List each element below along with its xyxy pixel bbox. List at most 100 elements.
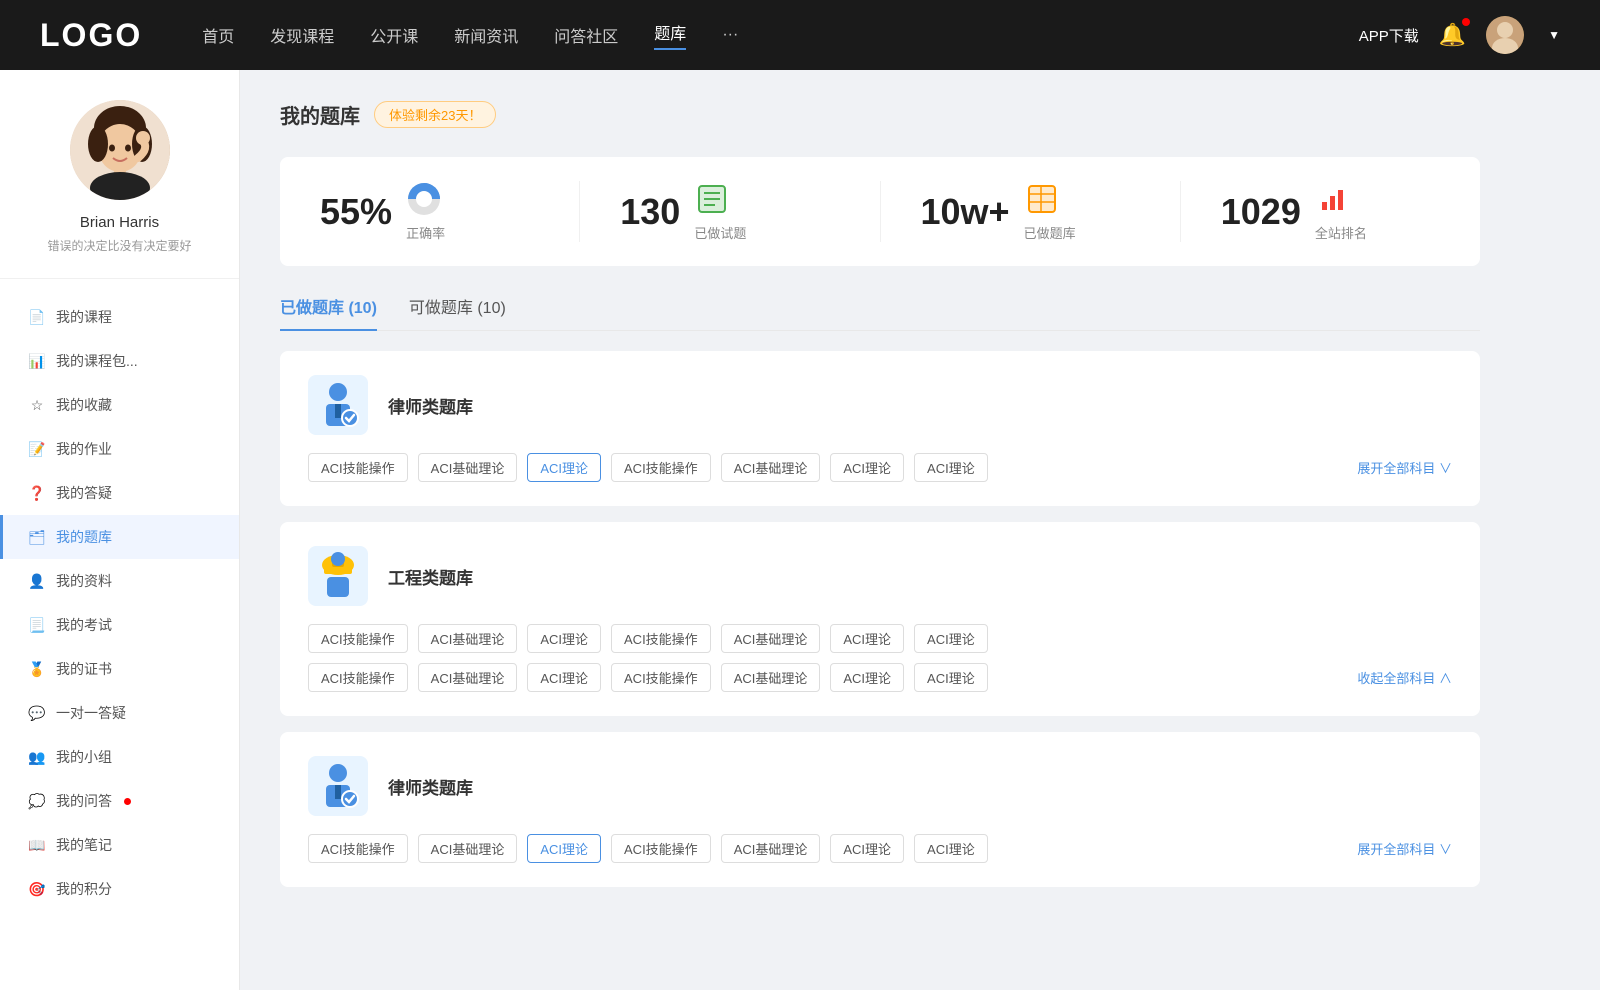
tag-3-6[interactable]: ACI理论 [914, 834, 988, 863]
tag-2r2-3[interactable]: ACI技能操作 [611, 663, 711, 692]
tag-2-1[interactable]: ACI基础理论 [418, 624, 518, 653]
sidebar-item-questions[interactable]: ❓ 我的答疑 [0, 471, 239, 515]
nav-qa[interactable]: 问答社区 [554, 23, 618, 47]
expand-link-3[interactable]: 展开全部科目 ∨ [1357, 839, 1452, 858]
tag-1-3[interactable]: ACI技能操作 [611, 453, 711, 482]
sidebar-item-certificates[interactable]: 🏅 我的证书 [0, 647, 239, 691]
tag-3-2[interactable]: ACI理论 [527, 834, 601, 863]
sidebar-item-materials[interactable]: 👤 我的资料 [0, 559, 239, 603]
user-avatar-nav[interactable] [1486, 16, 1524, 54]
nav-menu: 首页 发现课程 公开课 新闻资讯 问答社区 题库 ··· [202, 20, 1358, 50]
nav-news[interactable]: 新闻资讯 [454, 23, 518, 47]
tag-1-6[interactable]: ACI理论 [914, 453, 988, 482]
sidebar-item-one-on-one[interactable]: 💬 一对一答疑 [0, 691, 239, 735]
tag-2-0[interactable]: ACI技能操作 [308, 624, 408, 653]
tab-done[interactable]: 已做题库 (10) [280, 294, 377, 330]
tag-3-3[interactable]: ACI技能操作 [611, 834, 711, 863]
tag-3-4[interactable]: ACI基础理论 [721, 834, 821, 863]
menu-label: 我的课程 [56, 307, 112, 327]
sidebar-item-groups[interactable]: 👥 我的小组 [0, 735, 239, 779]
tabs-row: 已做题库 (10) 可做题库 (10) [280, 294, 1480, 331]
sidebar-item-notes[interactable]: 📖 我的笔记 [0, 823, 239, 867]
bank-card-1-tags: ACI技能操作 ACI基础理论 ACI理论 ACI技能操作 ACI基础理论 AC… [308, 453, 1452, 482]
stat-done-banks: 10w+ 已做题库 [881, 181, 1181, 242]
stat-accuracy-label: 正确率 [406, 223, 445, 242]
trial-badge: 体验剩余23天！ [374, 101, 496, 128]
tag-2-3[interactable]: ACI技能操作 [611, 624, 711, 653]
menu-label: 我的课程包... [56, 351, 138, 371]
sidebar-item-homework[interactable]: 📝 我的作业 [0, 427, 239, 471]
tag-2-2[interactable]: ACI理论 [527, 624, 601, 653]
qa-icon: 💭 [28, 792, 46, 810]
avatar-image [1486, 16, 1524, 54]
table-icon [1024, 181, 1060, 217]
stat-rank-value: 1029 [1221, 191, 1301, 233]
collapse-link-2[interactable]: 收起全部科目 ∧ [1357, 668, 1452, 687]
tag-2r2-5[interactable]: ACI理论 [830, 663, 904, 692]
tag-2-5[interactable]: ACI理论 [830, 624, 904, 653]
nav-home[interactable]: 首页 [202, 23, 234, 47]
tag-1-1[interactable]: ACI基础理论 [418, 453, 518, 482]
sidebar-item-exams[interactable]: 📃 我的考试 [0, 603, 239, 647]
tag-2r2-0[interactable]: ACI技能操作 [308, 663, 408, 692]
tag-1-0[interactable]: ACI技能操作 [308, 453, 408, 482]
tag-3-5[interactable]: ACI理论 [830, 834, 904, 863]
sidebar-item-course-packages[interactable]: 📊 我的课程包... [0, 339, 239, 383]
logo[interactable]: LOGO [40, 17, 142, 54]
content-inner: 我的题库 体验剩余23天！ 55% [280, 100, 1480, 887]
tag-1-5[interactable]: ACI理论 [830, 453, 904, 482]
bank-card-3-tags-list: ACI技能操作 ACI基础理论 ACI理论 ACI技能操作 ACI基础理论 AC… [308, 834, 988, 863]
profile-name: Brian Harris [80, 214, 159, 231]
tag-2r2-4[interactable]: ACI基础理论 [721, 663, 821, 692]
tag-3-0[interactable]: ACI技能操作 [308, 834, 408, 863]
tag-2-4[interactable]: ACI基础理论 [721, 624, 821, 653]
tag-3-1[interactable]: ACI基础理论 [418, 834, 518, 863]
cert-icon: 🏅 [28, 660, 46, 678]
stats-row: 55% 正确率 130 [280, 157, 1480, 266]
star-icon: ☆ [28, 396, 46, 414]
stat-accuracy: 55% 正确率 [280, 181, 580, 242]
bank-card-1-header: 律师类题库 [308, 375, 1452, 435]
bank-card-3-tags: ACI技能操作 ACI基础理论 ACI理论 ACI技能操作 ACI基础理论 AC… [308, 834, 1452, 863]
list-icon [694, 181, 730, 217]
tag-2-6[interactable]: ACI理论 [914, 624, 988, 653]
menu-label: 一对一答疑 [56, 703, 126, 723]
pie-icon [406, 181, 442, 217]
bank-card-2-tags-row2-wrap: ACI技能操作 ACI基础理论 ACI理论 ACI技能操作 ACI基础理论 AC… [308, 663, 1452, 692]
menu-label: 我的作业 [56, 439, 112, 459]
stat-rank: 1029 全站排名 [1181, 181, 1480, 242]
question-icon: ❓ [28, 484, 46, 502]
sidebar-item-courses[interactable]: 📄 我的课程 [0, 295, 239, 339]
nav-exam[interactable]: 题库 [654, 20, 686, 50]
tag-2r2-1[interactable]: ACI基础理论 [418, 663, 518, 692]
notification-badge [1462, 18, 1470, 26]
chart-icon [1315, 181, 1351, 217]
tab-available[interactable]: 可做题库 (10) [409, 294, 506, 330]
stat-accuracy-value: 55% [320, 191, 392, 233]
tag-1-2[interactable]: ACI理论 [527, 453, 601, 482]
bank-card-3: 律师类题库 ACI技能操作 ACI基础理论 ACI理论 ACI技能操作 ACI基… [280, 732, 1480, 887]
sidebar-item-my-qa[interactable]: 💭 我的问答 [0, 779, 239, 823]
stat-accuracy-info: 正确率 [406, 181, 445, 242]
notification-bell[interactable]: 🔔 [1439, 22, 1466, 48]
user-menu-chevron[interactable]: ▼ [1548, 28, 1560, 42]
stat-rank-label: 全站排名 [1315, 223, 1367, 242]
nav-more[interactable]: ··· [722, 26, 738, 44]
navbar: LOGO 首页 发现课程 公开课 新闻资讯 问答社区 题库 ··· APP下载 … [0, 0, 1600, 70]
app-download-link[interactable]: APP下载 [1359, 25, 1419, 46]
tag-1-4[interactable]: ACI基础理论 [721, 453, 821, 482]
note-icon: 📖 [28, 836, 46, 854]
page-header: 我的题库 体验剩余23天！ [280, 100, 1480, 129]
doc-icon: 📝 [28, 440, 46, 458]
sidebar-item-exam-bank[interactable]: 🗂 我的题库 [0, 515, 239, 559]
nav-opencourse[interactable]: 公开课 [370, 23, 418, 47]
sidebar-item-points[interactable]: 🎯 我的积分 [0, 867, 239, 911]
expand-link-1[interactable]: 展开全部科目 ∨ [1357, 458, 1452, 477]
bank-card-2: 工程类题库 ACI技能操作 ACI基础理论 ACI理论 ACI技能操作 ACI基… [280, 522, 1480, 716]
stat-done-questions-info: 已做试题 [694, 181, 746, 242]
sidebar: Brian Harris 错误的决定比没有决定要好 📄 我的课程 📊 我的课程包… [0, 70, 240, 990]
nav-discover[interactable]: 发现课程 [270, 23, 334, 47]
tag-2r2-2[interactable]: ACI理论 [527, 663, 601, 692]
sidebar-item-favorites[interactable]: ☆ 我的收藏 [0, 383, 239, 427]
tag-2r2-6[interactable]: ACI理论 [914, 663, 988, 692]
